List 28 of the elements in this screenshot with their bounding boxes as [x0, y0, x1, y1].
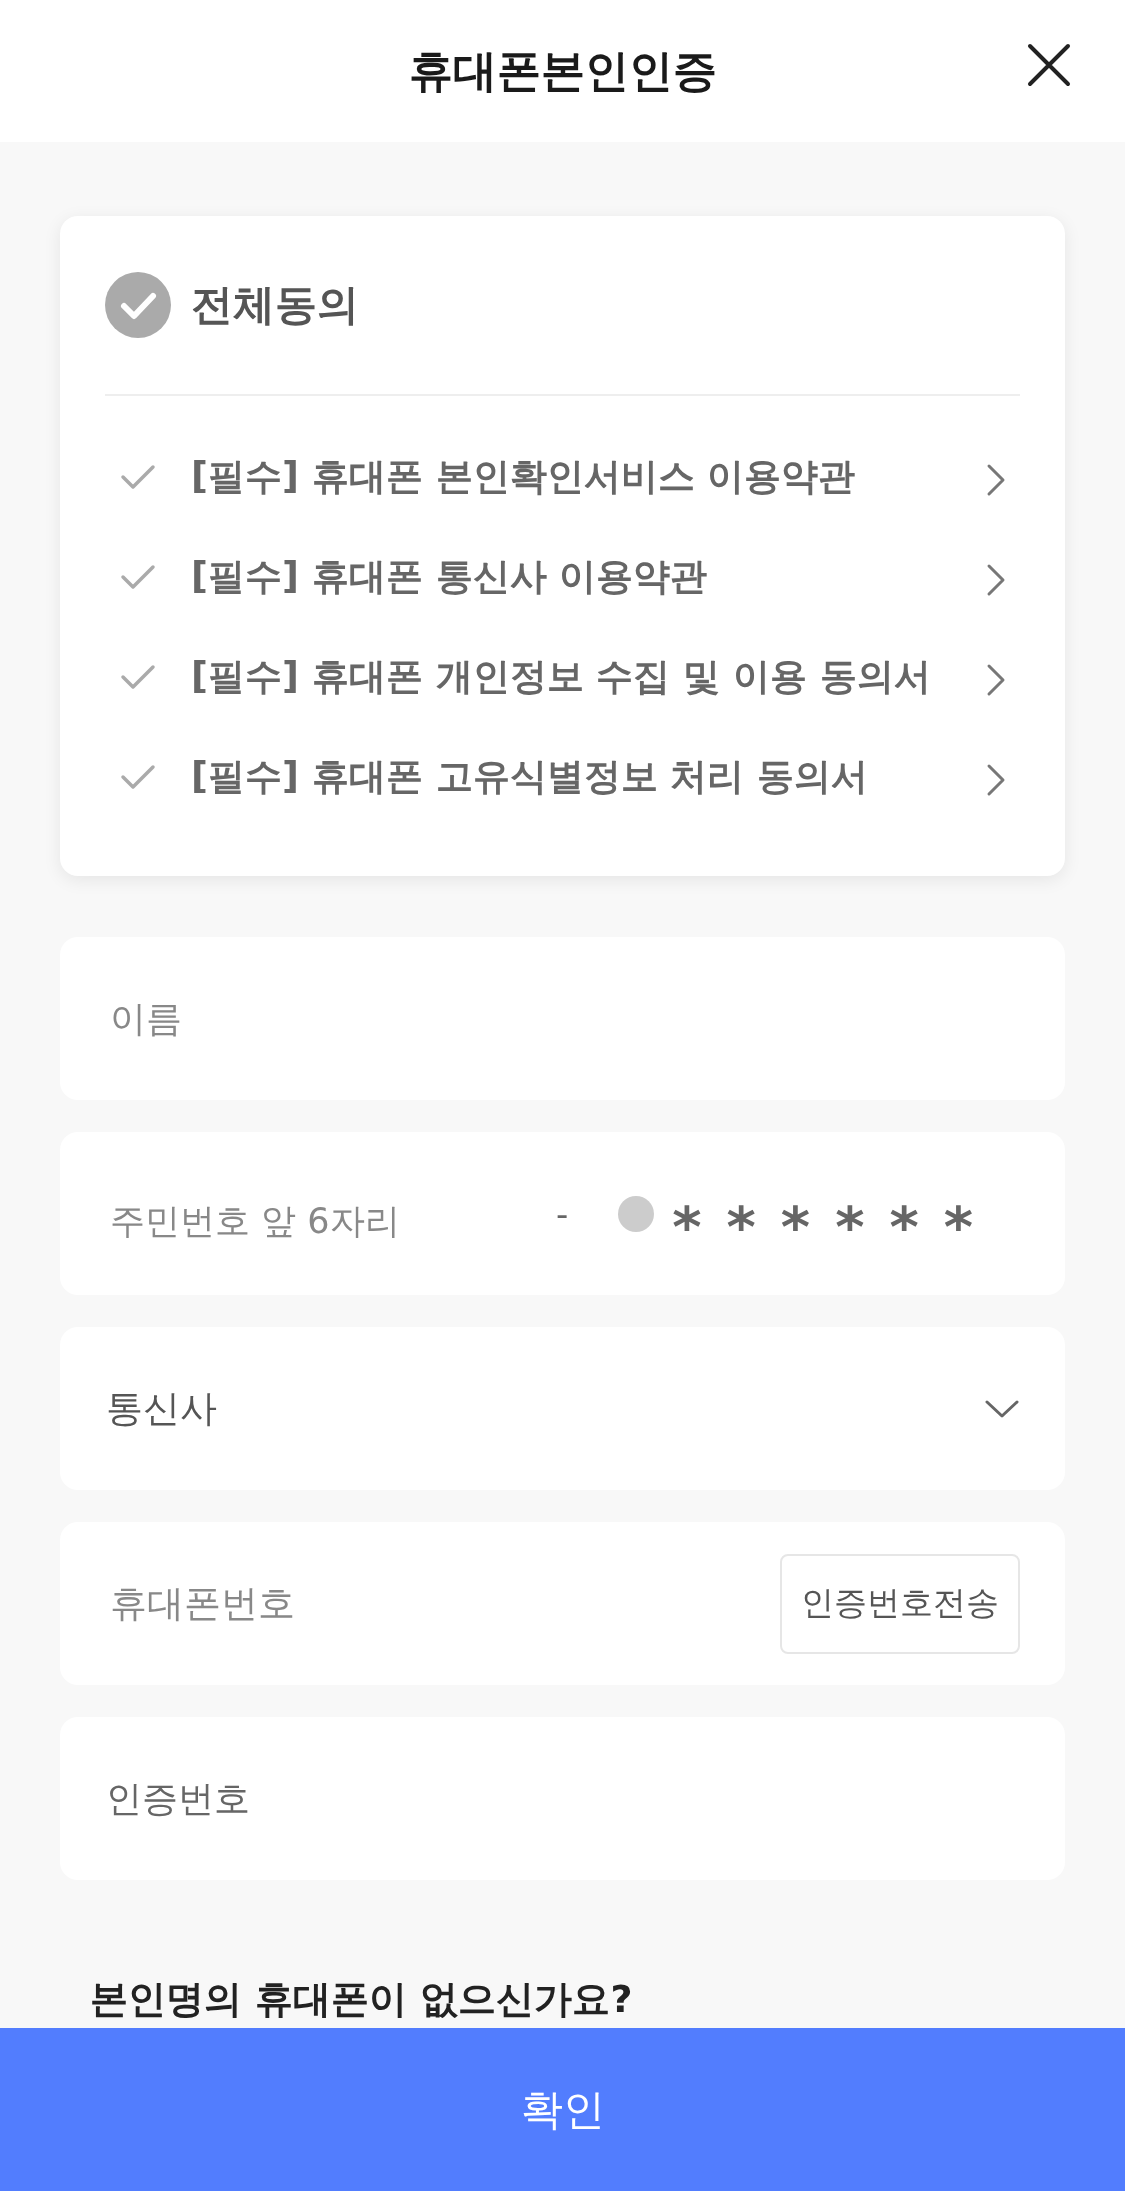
- chevron-right-icon[interactable]: [986, 563, 1006, 597]
- close-icon[interactable]: [1027, 43, 1071, 87]
- check-icon[interactable]: [120, 664, 156, 690]
- name-field[interactable]: 이름: [60, 937, 1065, 1100]
- phone-field[interactable]: 휴대폰번호: [110, 1573, 780, 1634]
- help-question-text: 본인명의 휴대폰이 없으신가요?: [90, 1976, 634, 2022]
- check-icon[interactable]: [120, 464, 156, 490]
- chevron-down-icon: [984, 1398, 1020, 1419]
- separator-text: -: [556, 1193, 569, 1234]
- id-front-field[interactable]: 주민번호 앞 6자리: [110, 1190, 530, 1251]
- digit-field[interactable]: [618, 1195, 655, 1232]
- check-circle-icon[interactable]: [105, 272, 171, 338]
- check-icon[interactable]: [120, 764, 156, 790]
- term-label[interactable]: [필수] 휴대폰 본인확인서비스 이용약관: [191, 452, 986, 502]
- code-field[interactable]: 인증번호: [60, 1717, 1065, 1880]
- chevron-right-icon[interactable]: [986, 463, 1006, 497]
- term-label[interactable]: [필수] 휴대폰 통신사 이용약관: [191, 552, 986, 602]
- agree-all-label[interactable]: 전체동의: [191, 277, 359, 333]
- page-title: 휴대폰본인인증: [408, 44, 717, 98]
- carrier-select[interactable]: 통신사: [60, 1327, 1065, 1490]
- send-code-button[interactable]: 인증번호전송: [780, 1553, 1020, 1654]
- check-icon[interactable]: [120, 564, 156, 590]
- masked-digits: ******: [672, 1198, 998, 1255]
- chevron-right-icon[interactable]: [986, 763, 1006, 797]
- term-label[interactable]: [필수] 휴대폰 고유식별정보 처리 동의서: [191, 752, 986, 802]
- chevron-right-icon[interactable]: [986, 663, 1006, 697]
- confirm-button[interactable]: 확인: [0, 2028, 1125, 2191]
- term-label[interactable]: [필수] 휴대폰 개인정보 수집 및 이용 동의서: [191, 652, 986, 702]
